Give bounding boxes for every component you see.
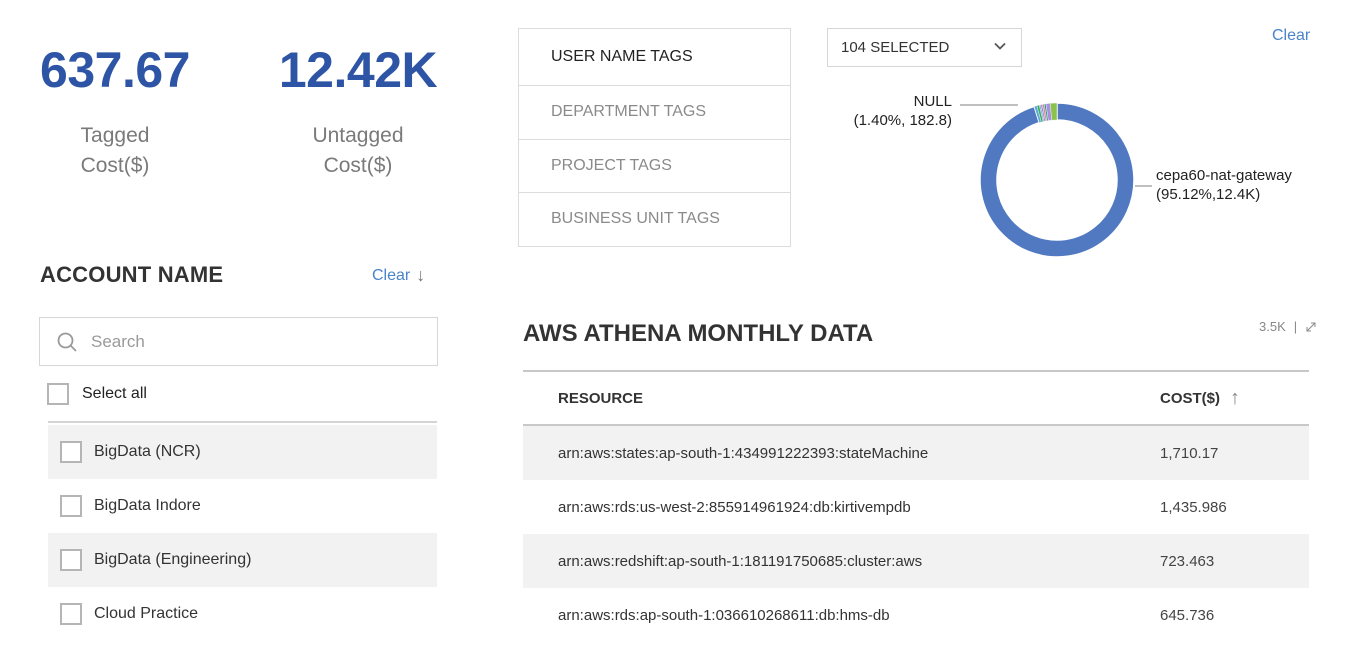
resource-cell: arn:aws:redshift:ap-south-1:181191750685… bbox=[558, 552, 923, 570]
donut-slices bbox=[979, 102, 1135, 258]
account-clear-label: Clear bbox=[372, 266, 411, 284]
cost-cell: 1,710.17 bbox=[1160, 444, 1219, 462]
untagged-cost-kpi: 12.42K Untagged Cost($) bbox=[258, 45, 458, 181]
table-title: AWS ATHENA MONTHLY DATA bbox=[523, 320, 874, 347]
account-search-box bbox=[39, 317, 438, 366]
cost-cell: 645.736 bbox=[1160, 606, 1215, 624]
account-checkbox[interactable] bbox=[60, 441, 82, 463]
column-header-cost[interactable]: COST($) ↑ bbox=[1160, 387, 1240, 410]
cost-cell: 723.463 bbox=[1160, 552, 1215, 570]
account-label: BigData Indore bbox=[94, 497, 201, 514]
dropdown-value: 104 SELECTED bbox=[841, 39, 950, 56]
account-checkbox[interactable] bbox=[60, 495, 82, 517]
account-list-item[interactable]: BigData (NCR) bbox=[48, 425, 437, 479]
main-slice-annotation: (95.12%,12.4K) bbox=[1156, 186, 1260, 203]
account-list-divider bbox=[48, 421, 437, 423]
account-label: Cloud Practice bbox=[94, 605, 199, 622]
untagged-cost-label-line1: Untagged bbox=[312, 124, 404, 147]
tagged-cost-label-line1: Tagged bbox=[80, 124, 150, 147]
tagged-cost-label-line2: Cost($) bbox=[80, 154, 150, 177]
sort-ascending-icon[interactable]: ↑ bbox=[1230, 387, 1240, 410]
table-row[interactable]: arn:aws:states:ap-south-1:434991222393:s… bbox=[523, 426, 1309, 480]
account-list: BigData (NCR) BigData Indore BigData (En… bbox=[48, 425, 437, 641]
account-search-input[interactable] bbox=[91, 331, 411, 352]
resource-cell: arn:aws:states:ap-south-1:434991222393:s… bbox=[558, 444, 929, 462]
tagged-cost-value: 637.67 bbox=[40, 42, 190, 98]
main-slice-label: cepa60-nat-gateway bbox=[1156, 167, 1292, 184]
table-total: 3.5K bbox=[1259, 319, 1286, 334]
account-clear-button[interactable]: Clear ↓ bbox=[372, 265, 425, 286]
resource-cell: arn:aws:rds:ap-south-1:036610268611:db:h… bbox=[558, 606, 890, 624]
null-slice-annotation: (1.40%, 182.8) bbox=[854, 112, 952, 129]
untagged-cost-label-line2: Cost($) bbox=[323, 154, 393, 177]
select-all-checkbox[interactable] bbox=[47, 383, 69, 405]
tagged-cost-kpi: 637.67 Tagged Cost($) bbox=[20, 45, 210, 181]
tab-business-unit-tags[interactable]: BUSINESS UNIT TAGS bbox=[519, 192, 790, 246]
expand-icon[interactable] bbox=[1305, 321, 1317, 333]
cost-cell: 1,435.986 bbox=[1160, 498, 1227, 516]
tag-clear-button[interactable]: Clear bbox=[1272, 27, 1310, 45]
tab-project-tags[interactable]: PROJECT TAGS bbox=[519, 138, 790, 193]
meta-separator: | bbox=[1293, 319, 1298, 334]
table-row[interactable]: arn:aws:redshift:ap-south-1:181191750685… bbox=[523, 534, 1309, 588]
untagged-cost-value: 12.42K bbox=[278, 42, 438, 98]
resource-cost-table: RESOURCE COST($) ↑ arn:aws:states:ap-sou… bbox=[523, 370, 1309, 642]
select-all-label: Select all bbox=[82, 385, 147, 402]
tagged-cost-label: Tagged Cost($) bbox=[20, 121, 210, 181]
table-row[interactable]: arn:aws:rds:us-west-2:855914961924:db:ki… bbox=[523, 480, 1309, 534]
table-header-row: RESOURCE COST($) ↑ bbox=[523, 372, 1309, 426]
table-row[interactable]: arn:aws:rds:ap-south-1:036610268611:db:h… bbox=[523, 588, 1309, 642]
null-slice-label: NULL bbox=[914, 93, 952, 110]
account-checkbox[interactable] bbox=[60, 603, 82, 625]
account-list-item[interactable]: Cloud Practice bbox=[48, 587, 437, 641]
tag-type-tabs: USER NAME TAGS DEPARTMENT TAGS PROJECT T… bbox=[518, 28, 791, 247]
tab-department-tags[interactable]: DEPARTMENT TAGS bbox=[519, 85, 790, 139]
account-label: BigData (NCR) bbox=[94, 443, 201, 460]
column-header-cost-label: COST($) bbox=[1160, 389, 1220, 407]
arrow-down-icon: ↓ bbox=[416, 265, 426, 285]
tag-cost-donut-chart: NULL (1.40%, 182.8) cepa60-nat-gateway (… bbox=[854, 93, 1292, 258]
search-icon bbox=[57, 332, 77, 352]
select-all-row[interactable]: Select all bbox=[47, 383, 147, 405]
chevron-down-icon bbox=[994, 42, 1006, 50]
column-header-resource[interactable]: RESOURCE bbox=[523, 390, 1160, 407]
tab-user-name-tags[interactable]: USER NAME TAGS bbox=[519, 29, 790, 85]
account-name-title: ACCOUNT NAME bbox=[40, 262, 224, 287]
account-label: BigData (Engineering) bbox=[94, 551, 252, 568]
account-list-item[interactable]: BigData Indore bbox=[48, 479, 437, 533]
untagged-cost-label: Untagged Cost($) bbox=[258, 121, 458, 181]
account-checkbox[interactable] bbox=[60, 549, 82, 571]
account-list-item[interactable]: BigData (Engineering) bbox=[48, 533, 437, 587]
resource-cell: arn:aws:rds:us-west-2:855914961924:db:ki… bbox=[558, 498, 911, 516]
table-meta: 3.5K | bbox=[1259, 319, 1317, 334]
donut-slice-cepa60-nat-gateway[interactable] bbox=[979, 102, 1135, 258]
tag-select-dropdown[interactable]: 104 SELECTED bbox=[827, 28, 1022, 67]
